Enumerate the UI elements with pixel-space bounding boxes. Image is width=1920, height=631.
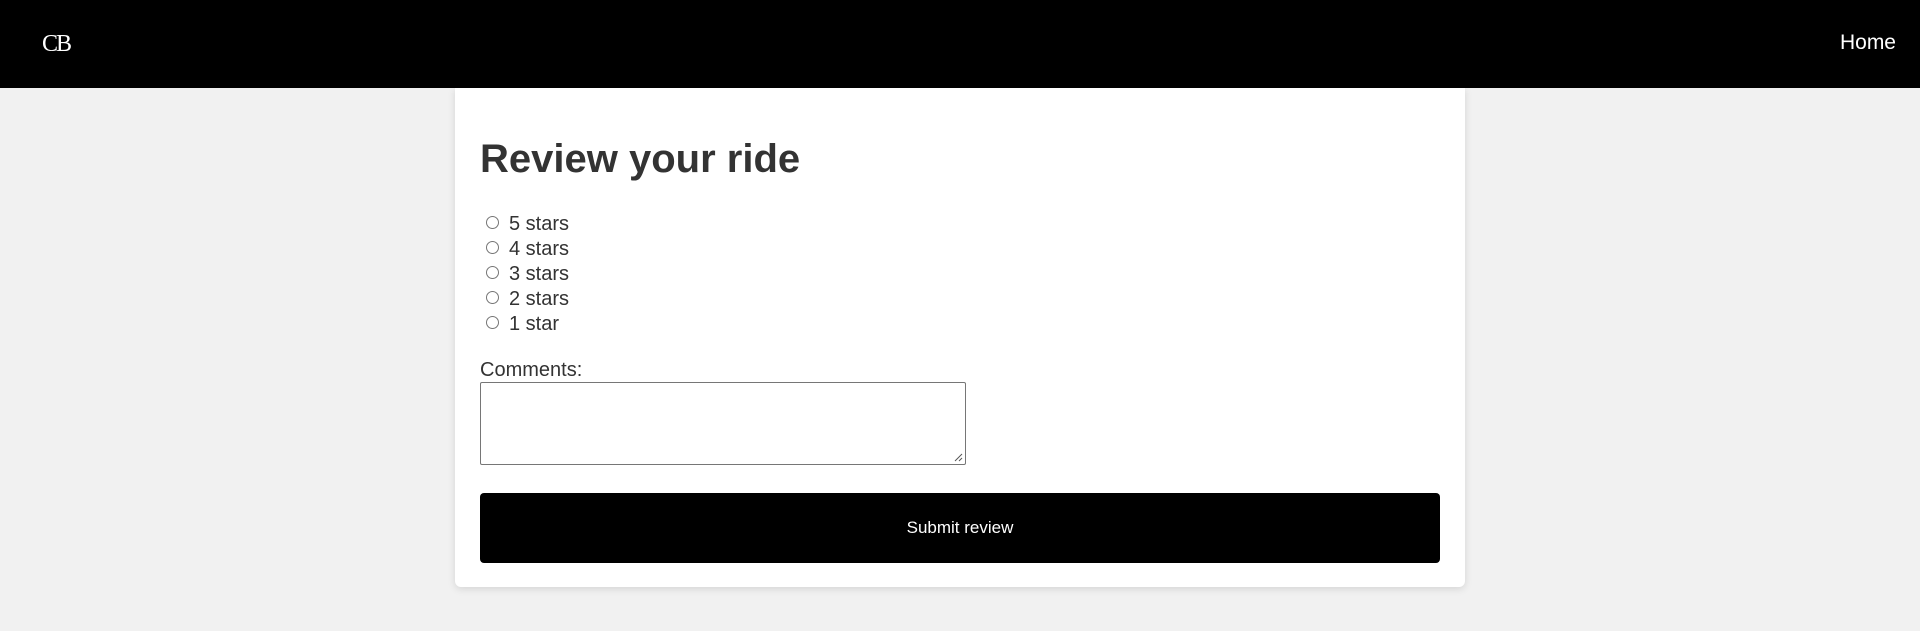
nav-home-link[interactable]: Home (1840, 31, 1896, 55)
radio-3-stars[interactable] (486, 266, 499, 279)
brand-logo[interactable]: CB (42, 30, 72, 58)
rating-option-4[interactable]: 4 stars (486, 237, 569, 262)
page-title: Review your ride (480, 137, 801, 181)
review-card: Review your ride 5 stars 4 stars 3 stars… (455, 88, 1465, 587)
radio-2-stars[interactable] (486, 291, 499, 304)
rating-label[interactable]: 3 stars (509, 262, 569, 287)
radio-5-stars[interactable] (486, 216, 499, 229)
rating-options: 5 stars 4 stars 3 stars 2 stars 1 star (486, 212, 569, 337)
rating-label[interactable]: 1 star (509, 312, 559, 337)
rating-option-5[interactable]: 5 stars (486, 212, 569, 237)
comments-textarea[interactable] (480, 382, 966, 465)
rating-label[interactable]: 2 stars (509, 287, 569, 312)
resize-grip-icon[interactable] (954, 453, 963, 462)
radio-4-stars[interactable] (486, 241, 499, 254)
rating-option-3[interactable]: 3 stars (486, 262, 569, 287)
rating-option-2[interactable]: 2 stars (486, 287, 569, 312)
submit-review-button[interactable]: Submit review (480, 493, 1440, 563)
comments-label: Comments: (480, 359, 583, 381)
rating-label[interactable]: 4 stars (509, 237, 569, 262)
radio-1-star[interactable] (486, 316, 499, 329)
rating-label[interactable]: 5 stars (509, 212, 569, 237)
top-navigation-bar: CB Home (0, 0, 1920, 88)
rating-option-1[interactable]: 1 star (486, 312, 569, 337)
